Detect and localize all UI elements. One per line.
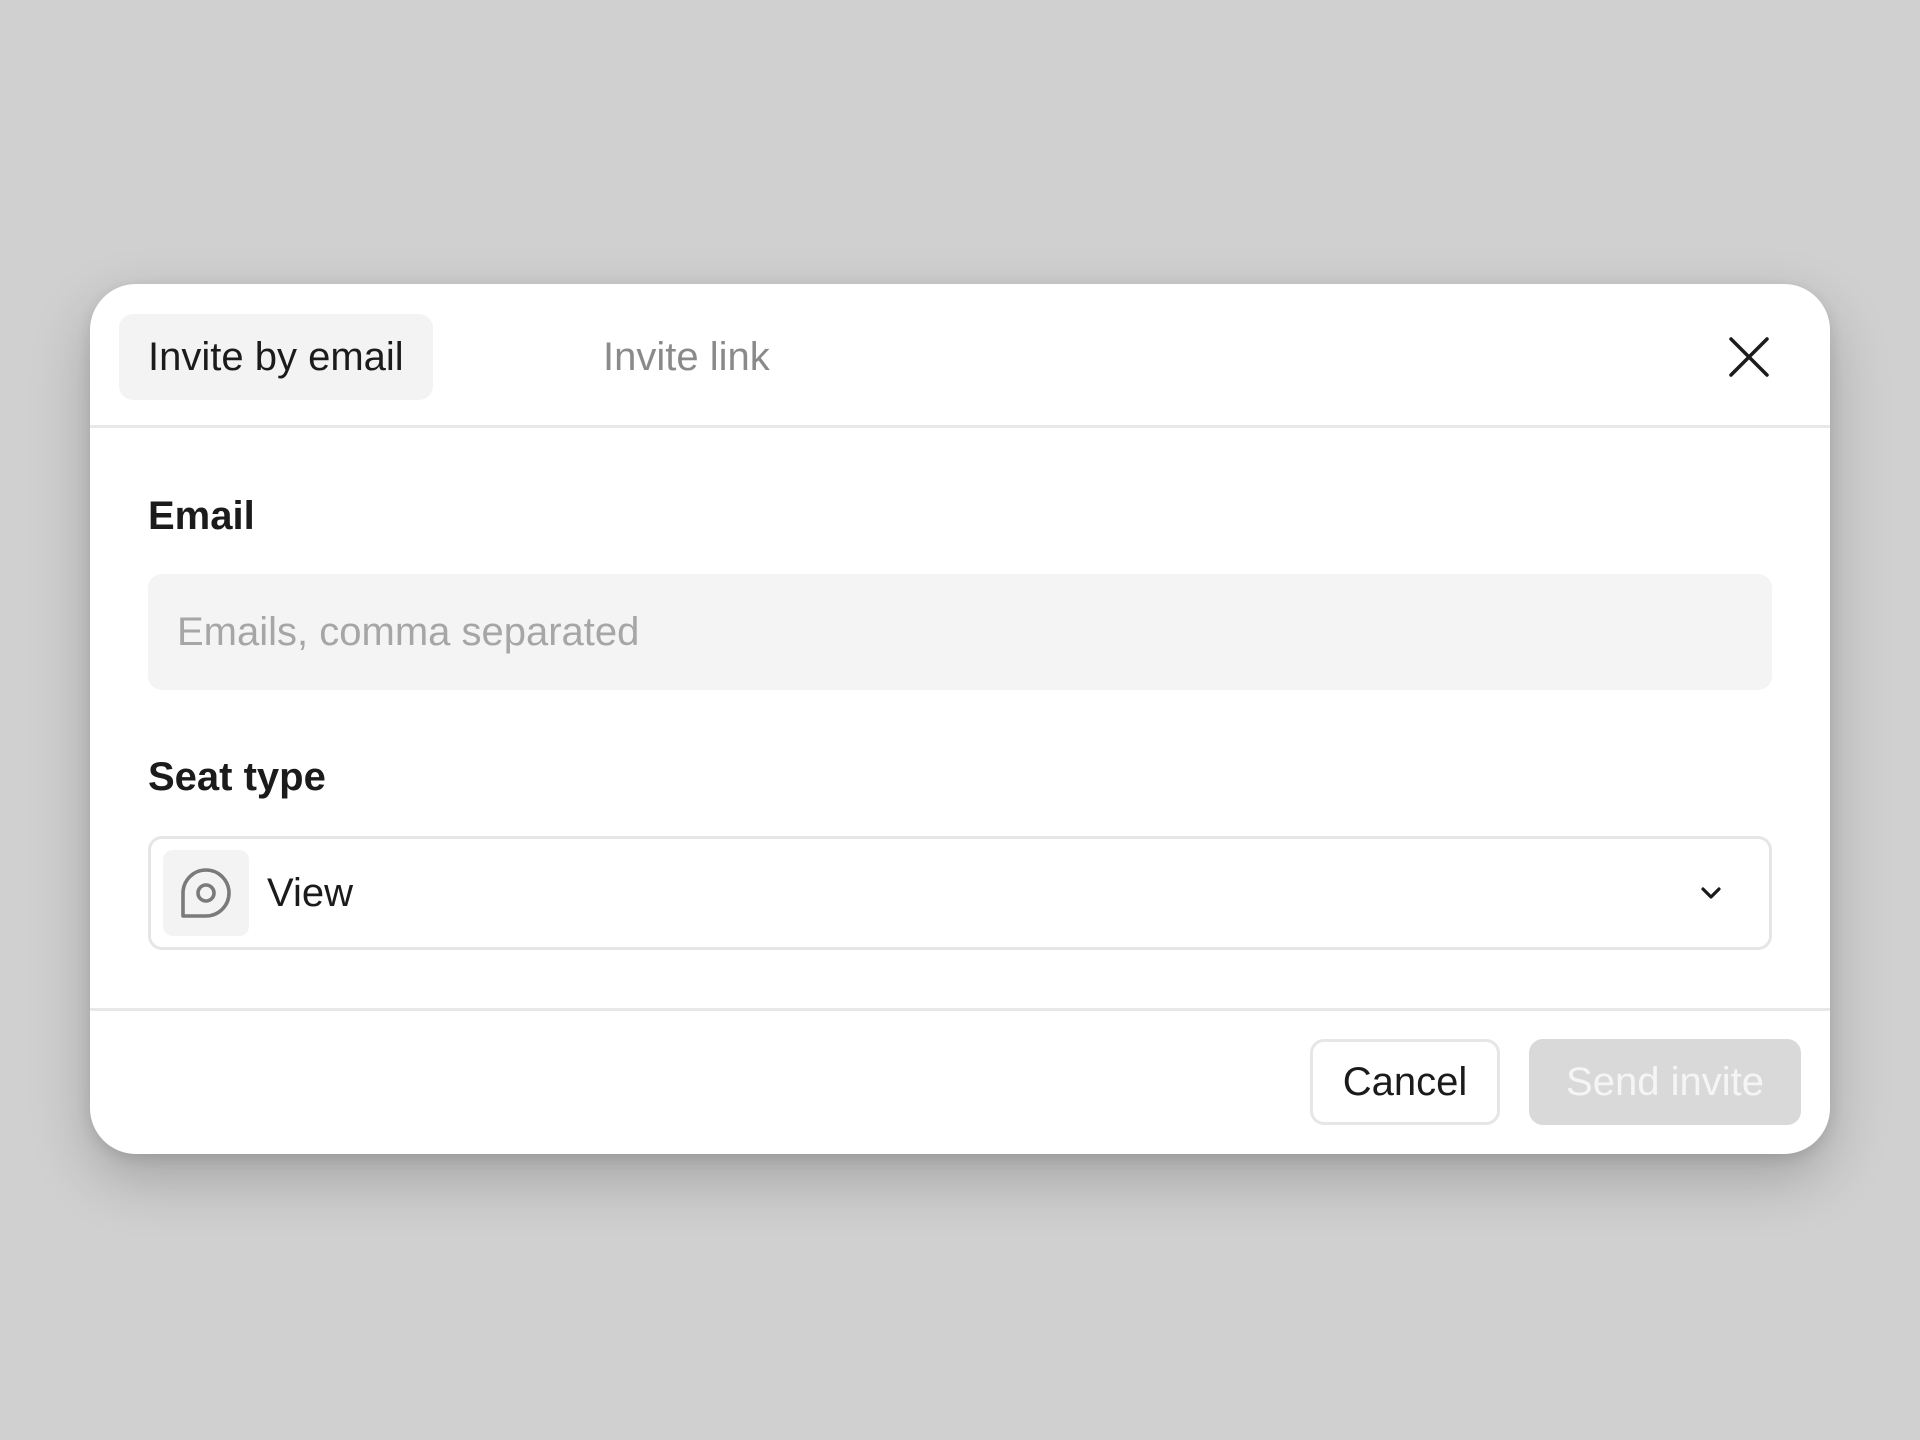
seat-type-icon-box (163, 850, 249, 936)
send-invite-button[interactable]: Send invite (1529, 1039, 1801, 1125)
seat-type-label: Seat type (148, 755, 326, 799)
seat-type-select[interactable]: View (148, 836, 1772, 950)
email-input[interactable] (148, 574, 1772, 690)
close-icon (1729, 337, 1769, 377)
tab-invite-by-email[interactable]: Invite by email (119, 314, 433, 400)
tab-invite-link[interactable]: Invite link (574, 314, 799, 400)
dialog-footer: Cancel Send invite (90, 1008, 1830, 1154)
invite-dialog: Invite by email Invite link Email Seat t… (90, 284, 1830, 1154)
location-pin-icon (181, 868, 231, 918)
cancel-button[interactable]: Cancel (1310, 1039, 1500, 1125)
dialog-header: Invite by email Invite link (90, 284, 1830, 428)
seat-type-value: View (267, 871, 353, 915)
close-button[interactable] (1706, 314, 1792, 400)
chevron-down-icon (1697, 879, 1725, 907)
email-label: Email (148, 494, 255, 538)
